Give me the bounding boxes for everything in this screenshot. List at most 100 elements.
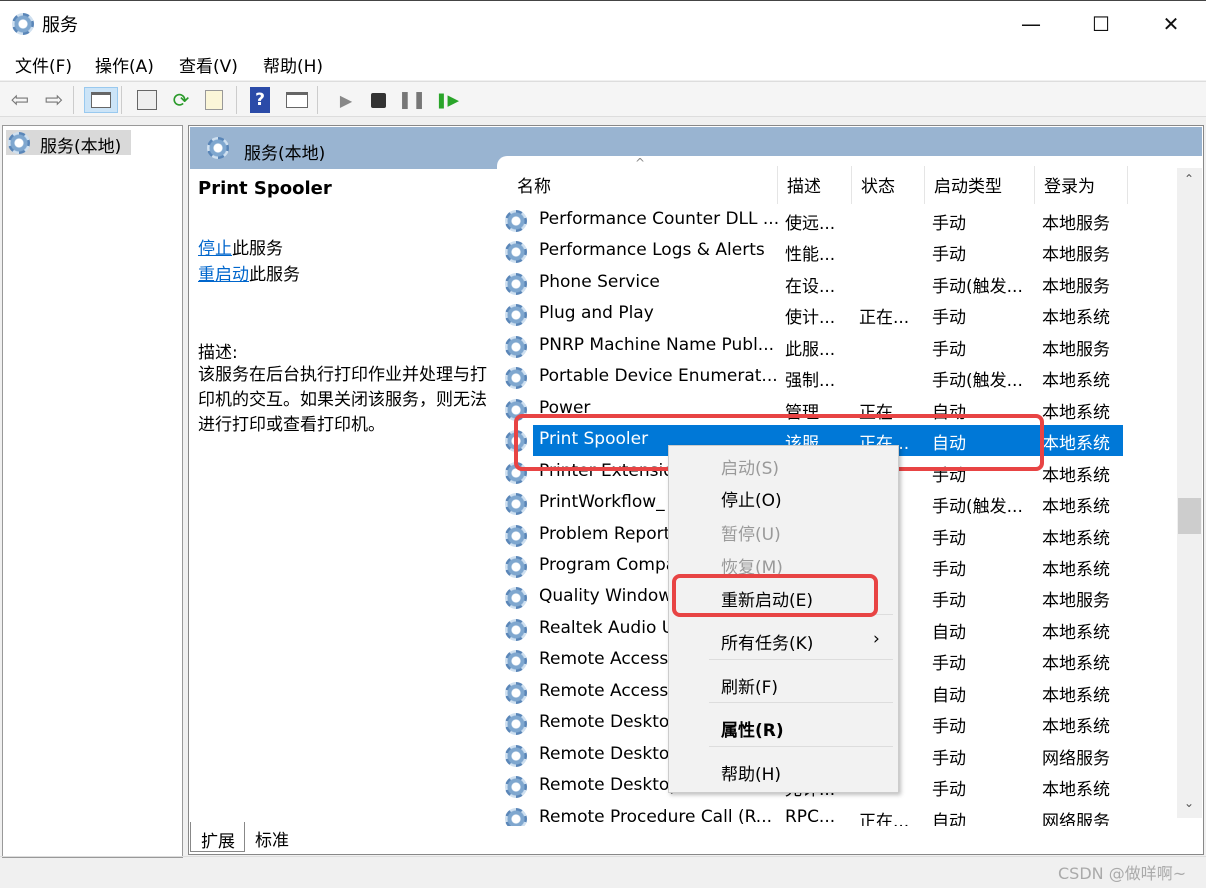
tree-item-services-local[interactable]: 服务(本地) xyxy=(6,130,131,157)
service-row[interactable]: Performance Logs & Alerts 性能... 手动 本地服务 xyxy=(503,236,1123,267)
cell-logon: 本地服务 xyxy=(1042,339,1110,360)
cell-startup: 自动 xyxy=(932,811,966,826)
scrollbar-thumb[interactable] xyxy=(1178,498,1201,534)
menu-help[interactable]: 帮助(H) xyxy=(263,52,323,77)
cell-startup: 手动(触发... xyxy=(932,276,1023,297)
service-row[interactable]: Remote Procedure Call (R... RPC... 正在... 自动… xyxy=(503,803,1123,826)
service-row[interactable]: Performance Counter DLL ... 使远... 手动 本地服务 xyxy=(503,205,1123,236)
toolbar: ⇦ ⇨ ⟳ ? ▶ ❚❚ ❚▶ xyxy=(0,81,1206,117)
cell-desc: 性能... xyxy=(785,245,836,266)
cell-logon: 本地系统 xyxy=(1042,402,1110,423)
menu-file[interactable]: 文件(F) xyxy=(15,52,72,77)
window-title: 服务 xyxy=(42,15,78,36)
menu-separator xyxy=(709,702,893,703)
cell-name: Phone Service xyxy=(539,271,660,292)
context-menu: 启动(S) 停止(O) 暂停(U) 恢复(M) 重新启动(E) 所有任务(K) › 刷新(F)… xyxy=(668,445,899,793)
column-header-description[interactable]: 描述 xyxy=(787,172,821,197)
properties-icon[interactable] xyxy=(134,87,160,113)
service-row[interactable]: PNRP Machine Name Publ... 此服... 手动 本地服务 xyxy=(503,331,1123,362)
scroll-down-icon[interactable]: ⌄ xyxy=(1184,796,1194,810)
cell-desc: 此服... xyxy=(785,339,836,360)
service-row[interactable]: Portable Device Enumerat... 强制... 手动(触发...… xyxy=(503,362,1123,393)
menu-action[interactable]: 操作(A) xyxy=(95,52,154,77)
service-gear-icon xyxy=(505,776,527,799)
cell-desc: 使计... xyxy=(785,308,836,329)
cell-logon: 本地服务 xyxy=(1042,591,1110,612)
back-icon[interactable]: ⇦ xyxy=(7,87,33,113)
cell-name: Remote Procedure Call (R... xyxy=(539,806,773,826)
cell-logon: 本地系统 xyxy=(1042,528,1110,549)
cell-startup: 手动 xyxy=(932,339,966,360)
service-gear-icon xyxy=(505,335,527,358)
cell-logon: 本地系统 xyxy=(1042,308,1110,329)
context-menu-item[interactable]: 帮助(H) xyxy=(721,760,781,785)
context-menu-item: 暂停(U) xyxy=(721,525,781,545)
service-gear-icon xyxy=(505,367,527,390)
stop-link-suffix: 此服务 xyxy=(232,239,283,259)
cell-startup: 手动 xyxy=(932,591,966,612)
service-gear-icon xyxy=(505,241,527,264)
menu-view[interactable]: 查看(V) xyxy=(179,52,238,77)
menu-bar: 文件(F) 操作(A) 查看(V) 帮助(H) xyxy=(0,46,1206,80)
panel-title: 服务(本地) xyxy=(244,144,326,164)
service-gear-icon xyxy=(505,587,527,610)
service-row[interactable]: Phone Service 在设... 手动(触发... 本地服务 xyxy=(503,268,1123,299)
cell-startup: 手动 xyxy=(932,654,966,675)
pause-icon[interactable]: ❚❚ xyxy=(398,87,427,113)
service-gear-icon xyxy=(505,713,527,736)
services-gear-icon xyxy=(8,132,30,154)
service-gear-icon xyxy=(505,650,527,673)
context-menu-item[interactable]: 所有任务(K) xyxy=(721,629,813,654)
cell-status: 正在... xyxy=(859,811,910,826)
export-icon[interactable] xyxy=(201,87,227,113)
column-header-log-on-as[interactable]: 登录为 xyxy=(1044,172,1095,197)
services-gear-icon xyxy=(12,13,34,35)
stop-service-link[interactable]: 停止 xyxy=(198,239,232,259)
stop-icon[interactable] xyxy=(365,87,391,113)
refresh-icon[interactable]: ⟳ xyxy=(168,87,194,113)
restart-link-suffix: 此服务 xyxy=(249,265,300,285)
cell-logon: 本地系统 xyxy=(1042,559,1110,580)
minimize-button[interactable]: — xyxy=(1008,7,1054,41)
maximize-button[interactable]: ☐ xyxy=(1078,7,1124,41)
restart-icon[interactable]: ❚▶ xyxy=(434,87,460,113)
column-header-status[interactable]: 状态 xyxy=(861,172,895,197)
cell-logon: 本地系统 xyxy=(1042,622,1110,643)
column-header-startup-type[interactable]: 启动类型 xyxy=(934,172,1002,197)
column-header-name[interactable]: 名称 xyxy=(517,172,551,197)
vertical-scrollbar[interactable]: ⌃ ⌄ xyxy=(1177,168,1202,818)
service-gear-icon xyxy=(505,618,527,641)
cell-startup: 手动(触发... xyxy=(932,497,1023,518)
cell-name: Performance Logs & Alerts xyxy=(539,240,765,261)
cell-startup: 手动 xyxy=(932,748,966,769)
service-gear-icon xyxy=(505,493,527,516)
context-menu-item[interactable]: 停止(O) xyxy=(721,486,782,511)
cell-name: PNRP Machine Name Publ... xyxy=(539,334,775,355)
scroll-up-icon[interactable]: ⌃ xyxy=(1184,172,1194,186)
service-gear-icon xyxy=(505,681,527,704)
help-icon[interactable]: ? xyxy=(250,87,270,113)
service-gear-icon xyxy=(505,272,527,295)
restart-service-link[interactable]: 重启动 xyxy=(198,265,249,285)
service-gear-icon xyxy=(505,210,527,232)
cell-logon: 本地系统 xyxy=(1042,497,1110,518)
cell-logon: 本地服务 xyxy=(1042,214,1110,234)
cell-desc: 在设... xyxy=(785,276,836,297)
close-button[interactable]: ✕ xyxy=(1148,7,1194,41)
show-tree-icon[interactable] xyxy=(84,87,118,113)
cell-startup: 手动(触发... xyxy=(932,371,1023,392)
cell-logon: 本地系统 xyxy=(1042,717,1110,738)
cell-desc: 强制... xyxy=(785,371,836,392)
cell-desc: RPC... xyxy=(785,806,836,826)
tab-extended[interactable]: 扩展 xyxy=(190,822,245,852)
cell-logon: 本地系统 xyxy=(1042,371,1110,392)
service-row[interactable]: Plug and Play 使计... 正在... 手动 本地系统 xyxy=(503,299,1123,330)
context-menu-item[interactable]: 属性(R) xyxy=(721,716,784,741)
forward-icon[interactable]: ⇨ xyxy=(41,87,67,113)
context-menu-item[interactable]: 刷新(F) xyxy=(721,673,778,698)
start-icon[interactable]: ▶ xyxy=(333,87,359,113)
tab-standard[interactable]: 标准 xyxy=(255,826,289,851)
annotation-highlight-restart xyxy=(672,574,878,617)
cell-logon: 本地系统 xyxy=(1042,465,1110,486)
show-action-pane-icon[interactable] xyxy=(284,87,310,113)
